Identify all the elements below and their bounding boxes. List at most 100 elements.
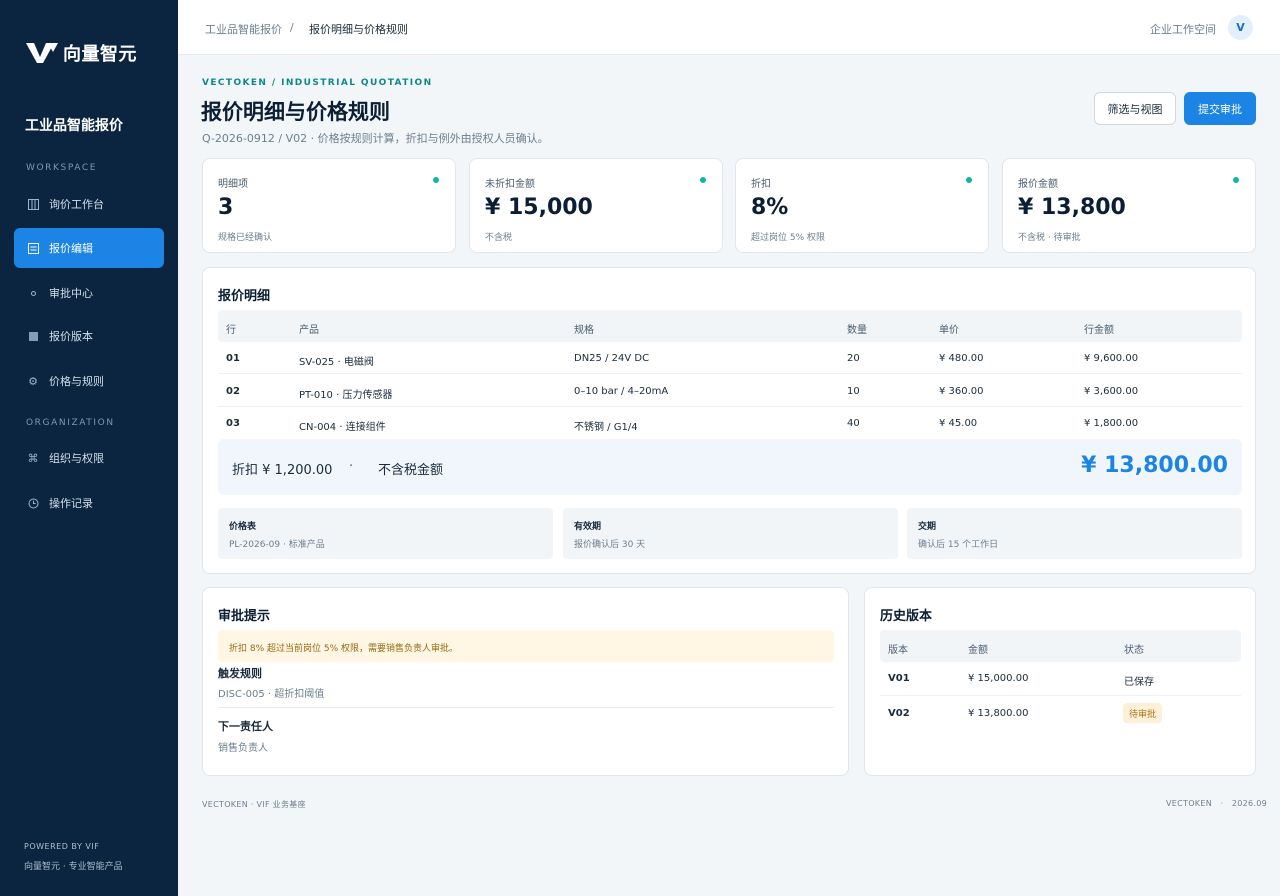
table-row[interactable]: 01 SV-025 · 电磁阀 DN25 / 24V DC 20 ¥ 480.0…	[218, 342, 1242, 374]
breadcrumb-root[interactable]: 工业品智能报价	[205, 21, 282, 37]
column-header: 数量	[847, 325, 867, 336]
row-amount: ¥ 3,600.00	[1084, 386, 1139, 397]
metric-card-discount: 折扣 8% 超过岗位 5% 权限	[735, 158, 989, 253]
sidebar-item-label: 组织与权限	[49, 452, 104, 465]
table-header: 行 产品 规格 数量 单价 行金额	[218, 310, 1242, 342]
row-quantity: 40	[847, 418, 860, 429]
sidebar-item-pricing-rules[interactable]: ⚙ 价格与规则	[14, 361, 164, 401]
column-header: 规格	[574, 325, 594, 336]
powered-sub: 向量智元 · 专业智能产品	[24, 862, 123, 872]
metric-value: 3	[218, 195, 234, 220]
metric-card-line-items: 明细项 3 规格已经确认	[202, 158, 456, 253]
metric-value: 8%	[751, 195, 789, 220]
sidebar-item-label: 价格与规则	[49, 375, 104, 388]
column-header: 状态	[1124, 645, 1144, 656]
info-label: 价格表	[229, 522, 257, 532]
row-product: SV-025 · 电磁阀	[299, 357, 374, 368]
next-assignee-label: 下一责任人	[218, 720, 273, 733]
organization-section-label: ORGANIZATION	[26, 418, 115, 428]
next-assignee-value: 销售负责人	[218, 743, 268, 754]
sidebar-item-quote-edit[interactable]: 报价编辑	[14, 228, 164, 268]
column-header: 金额	[968, 645, 988, 656]
pretax-label: 不含税金额	[378, 463, 444, 478]
panel-title: 报价明细	[218, 289, 271, 304]
table-row[interactable]: V02 ¥ 13,800.00 待审批	[880, 695, 1241, 729]
metric-label: 未折扣金额	[485, 179, 535, 190]
sidebar-item-label: 询价工作台	[49, 198, 104, 211]
status-dot	[433, 177, 439, 183]
sidebar-item-operation-log[interactable]: 操作记录	[14, 483, 164, 523]
table-header: 版本 金额 状态	[880, 630, 1241, 662]
validity-info: 有效期 报价确认后 30 天	[563, 508, 898, 559]
version-amount: ¥ 13,800.00	[968, 708, 1029, 719]
discount-amount: 折扣 ¥ 1,200.00	[232, 463, 333, 478]
approval-panel: 审批提示 折扣 8% 超过当前岗位 5% 权限，需要销售负责人审批。 触发规则 …	[202, 587, 849, 776]
status-dot	[700, 177, 706, 183]
row-index: 03	[226, 418, 240, 429]
gear-icon: ⚙	[28, 374, 38, 388]
metric-note: 超过岗位 5% 权限	[751, 233, 825, 243]
avatar[interactable]: V	[1228, 15, 1253, 40]
column-header: 产品	[299, 325, 319, 336]
breadcrumb-separator: /	[290, 21, 294, 34]
info-label: 有效期	[574, 522, 602, 532]
metric-value: ¥ 15,000	[485, 195, 593, 220]
row-spec: DN25 / 24V DC	[574, 353, 650, 364]
approval-warning: 折扣 8% 超过当前岗位 5% 权限，需要销售负责人审批。	[218, 630, 834, 662]
workspace-switcher[interactable]: 企业工作空间	[1150, 21, 1216, 37]
row-spec: 不锈钢 / G1/4	[574, 422, 638, 433]
brand-name: 向量智元	[63, 44, 137, 65]
filter-view-button[interactable]: 筛选与视图	[1094, 92, 1176, 125]
command-icon: ⌘	[27, 451, 39, 465]
sidebar: 向量智元 工业品智能报价 WORKSPACE 询价工作台 报价编辑 审批中心 报…	[0, 0, 178, 896]
panel-title: 审批提示	[218, 609, 271, 624]
submit-approval-button[interactable]: 提交审批	[1184, 92, 1256, 125]
column-header: 单价	[939, 325, 959, 336]
sidebar-item-inquiry[interactable]: 询价工作台	[14, 184, 164, 224]
page-subtitle: Q-2026-0912 / V02 · 价格按规则计算，折扣与例外由授权人员确认…	[202, 132, 549, 145]
price-list-info: 价格表 PL-2026-09 · 标准产品	[218, 508, 553, 559]
workspace-section-label: WORKSPACE	[26, 163, 98, 173]
metric-label: 报价金额	[1018, 179, 1058, 190]
row-unit-price: ¥ 45.00	[939, 418, 978, 429]
footer-left: VECTOKEN · VIF 业务基座	[202, 800, 306, 809]
powered-by: POWERED BY VIF	[24, 842, 100, 851]
row-spec: 0–10 bar / 4–20mA	[574, 386, 669, 397]
quote-detail-panel: 报价明细 行 产品 规格 数量 单价 行金额 01 SV-025 · 电磁阀 D…	[202, 267, 1256, 574]
warning-text: 折扣 8% 超过当前岗位 5% 权限，需要销售负责人审批。	[229, 644, 459, 654]
metric-label: 折扣	[751, 179, 771, 190]
status-dot	[966, 177, 972, 183]
brand-logo[interactable]: 向量智元	[25, 40, 137, 66]
total-summary-bar: 折扣 ¥ 1,200.00 · 不含税金额 ¥ 13,800.00	[218, 439, 1242, 495]
metric-note: 不含税 · 待审批	[1018, 233, 1081, 243]
sidebar-item-label: 操作记录	[49, 497, 93, 510]
status-dot	[1233, 177, 1239, 183]
table-row[interactable]: 03 CN-004 · 连接组件 不锈钢 / G1/4 40 ¥ 45.00 ¥…	[218, 407, 1242, 439]
sidebar-item-approval[interactable]: 审批中心	[14, 273, 164, 313]
table-row[interactable]: 02 PT-010 · 压力传感器 0–10 bar / 4–20mA 10 ¥…	[218, 375, 1242, 407]
footer-right: VECTOKEN · 2026.09	[1166, 799, 1268, 808]
trigger-rule-value[interactable]: DISC-005 · 超折扣阈值	[218, 685, 324, 700]
total-amount: ¥ 13,800.00	[1081, 453, 1228, 478]
table-row[interactable]: V01 ¥ 15,000.00 已保存	[880, 662, 1241, 696]
version-status: 已保存	[1124, 677, 1154, 688]
product-name: 工业品智能报价	[25, 118, 123, 134]
breadcrumb-current: 报价明细与价格规则	[309, 23, 408, 36]
sidebar-item-versions[interactable]: 报价版本	[14, 316, 164, 356]
column-header: 版本	[888, 645, 908, 656]
summary-separator: ·	[349, 459, 354, 474]
columns-icon	[26, 197, 40, 211]
row-product: CN-004 · 连接组件	[299, 422, 386, 433]
row-unit-price: ¥ 480.00	[939, 353, 984, 364]
info-value: 报价确认后 30 天	[574, 540, 646, 550]
row-quantity: 20	[847, 353, 860, 364]
metric-label: 明细项	[218, 179, 248, 190]
sidebar-item-label: 报价版本	[49, 330, 93, 343]
row-unit-price: ¥ 360.00	[939, 386, 984, 397]
document-list-icon	[26, 241, 40, 255]
metric-card-gross-amount: 未折扣金额 ¥ 15,000 不含税	[469, 158, 723, 253]
page-eyebrow: VECTOKEN / INDUSTRIAL QUOTATION	[202, 78, 433, 88]
row-amount: ¥ 1,800.00	[1084, 418, 1139, 429]
top-bar: 工业品智能报价 / 报价明细与价格规则 企业工作空间 V	[178, 0, 1280, 55]
sidebar-item-org-permissions[interactable]: ⌘ 组织与权限	[14, 438, 164, 478]
